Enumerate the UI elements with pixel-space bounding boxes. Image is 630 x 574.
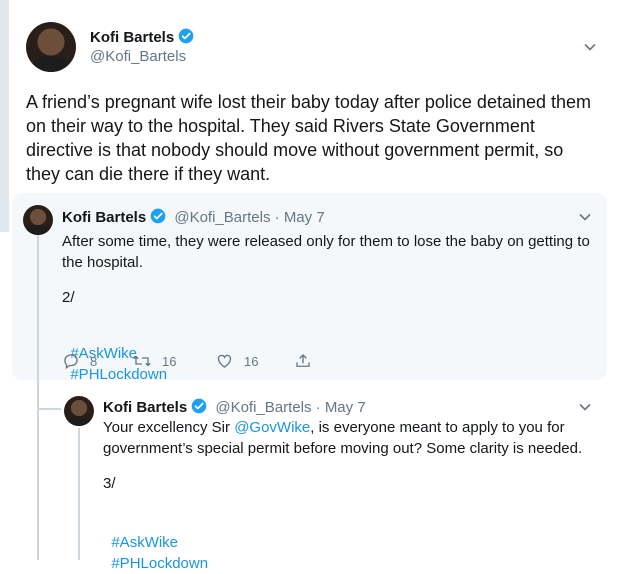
chevron-down-icon[interactable] [583,40,597,54]
thread-line [78,428,80,560]
retweet-icon [133,355,151,367]
avatar[interactable] [64,396,94,426]
reply-header: Kofi Bartels @Kofi_Bartels · May 7 [103,398,366,416]
verified-icon [150,208,166,224]
like-count: 16 [244,353,259,369]
avatar[interactable] [23,205,53,235]
tweet-date[interactable]: May 7 [284,209,325,226]
thread-connector [37,408,61,410]
share-button[interactable] [294,352,322,370]
verified-icon [191,398,207,414]
separator: · [274,209,280,226]
hashtag-link[interactable]: #AskWike [111,534,178,551]
tweet-text: After some time, they were released only… [62,233,594,271]
author-name[interactable]: Kofi Bartels [103,399,187,416]
author-name[interactable]: Kofi Bartels [62,209,146,226]
hashtags: #AskWike #PHLockdown [103,511,208,574]
reply-icon [64,354,78,370]
avatar[interactable] [26,22,76,72]
tweet-actions: 8 16 16 [62,352,362,372]
thread-line [37,380,39,410]
thread-counter: 3/ [103,475,116,492]
chevron-down-icon[interactable] [578,210,592,224]
reply-button[interactable]: 8 [62,352,97,370]
retweet-button[interactable]: 16 [132,352,176,370]
main-tweet[interactable]: Kofi Bartels @Kofi_Bartels A friend’s pr… [0,0,630,192]
author-handle[interactable]: @Kofi_Bartels [90,48,186,65]
like-button[interactable]: 16 [215,352,258,370]
tweet-text: Your excellency Sir @GovWike, is everyon… [103,417,593,459]
author-handle[interactable]: @Kofi_Bartels [174,209,270,226]
author-name-row[interactable]: Kofi Bartels [90,28,194,47]
hashtag-link[interactable]: #PHLockdown [111,555,208,572]
author-name[interactable]: Kofi Bartels [90,29,174,46]
tweet-text: A friend’s pregnant wife lost their baby… [26,92,597,184]
thread-counter: 2/ [62,289,75,306]
tweet-date[interactable]: May 7 [325,399,366,416]
reply-header: Kofi Bartels @Kofi_Bartels · May 7 [62,208,325,226]
tweet-text-prefix: Your excellency Sir [103,419,235,436]
reply-count: 8 [90,353,98,369]
chevron-down-icon[interactable] [578,400,592,414]
verified-icon [178,28,194,44]
heart-icon [217,354,232,368]
author-handle[interactable]: @Kofi_Bartels [215,399,311,416]
share-icon [296,354,310,367]
separator: · [315,399,321,416]
retweet-count: 16 [162,353,177,369]
mention-link[interactable]: @GovWike [234,419,310,436]
